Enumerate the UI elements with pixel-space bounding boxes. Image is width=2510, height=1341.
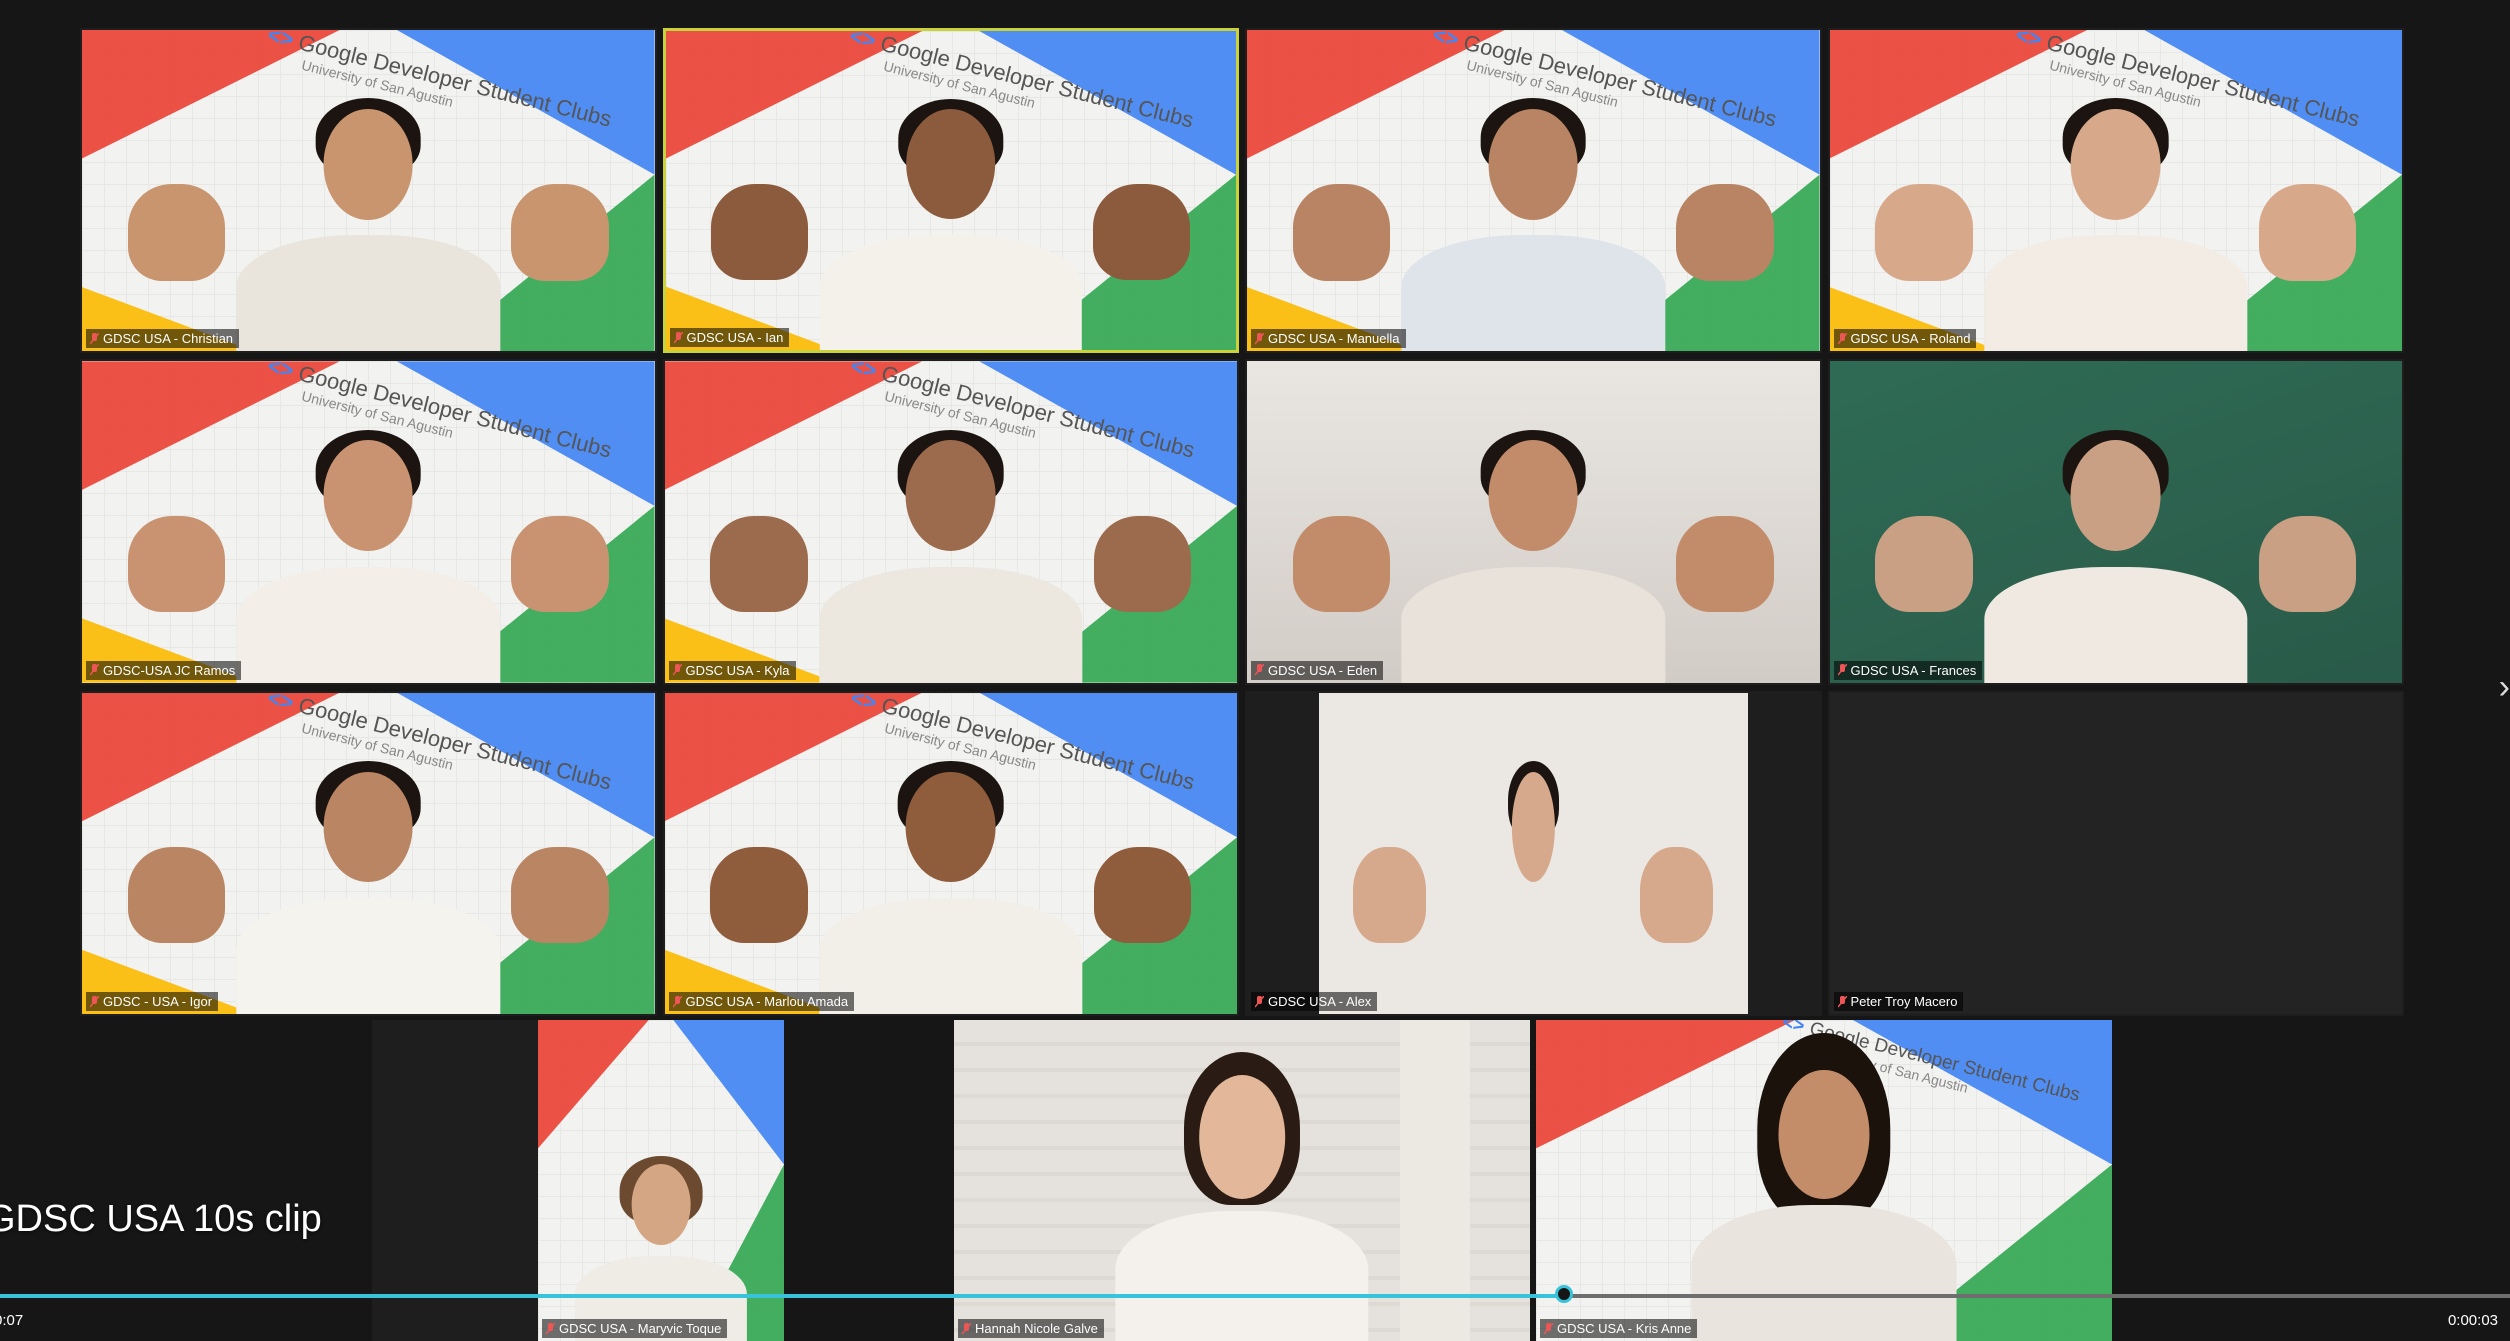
- participant-name-tag: GDSC USA - Maryvic Toque: [542, 1319, 728, 1338]
- participant-name-tag: GDSC USA - Christian: [86, 329, 240, 349]
- participant-name-tag: GDSC USA - Kris Anne: [1540, 1319, 1698, 1338]
- chevron-right-icon[interactable]: ›: [2499, 668, 2510, 707]
- participant-name-tag: GDSC USA - Roland: [1833, 329, 1977, 349]
- participant-name: Peter Troy Macero: [1850, 994, 1958, 1009]
- participant-tile[interactable]: Peter Troy Macero: [1827, 690, 2404, 1016]
- participant-name-tag: GDSC USA - Kyla: [668, 660, 796, 680]
- mic-muted-icon: [671, 995, 683, 1008]
- participant-tile[interactable]: <>Google Developer Student Clubs Universi…: [80, 690, 657, 1016]
- participant-name-tag: Hannah Nicole Galve: [958, 1319, 1104, 1338]
- participant-tile[interactable]: <>Google Developer Student Clubs Universi…: [80, 359, 657, 685]
- participant-video: [819, 419, 1083, 683]
- participant-name: Hannah Nicole Galve: [975, 1321, 1098, 1336]
- participant-name-tag: GDSC - USA - Igor: [86, 992, 219, 1011]
- participant-name: GDSC USA - Marlou Amada: [685, 994, 849, 1009]
- seek-handle[interactable]: [1554, 1285, 1573, 1303]
- mic-muted-icon: [89, 995, 100, 1008]
- mic-muted-icon: [1254, 995, 1265, 1008]
- participant-tile[interactable]: <>Google Developer Student Clubs Universi…: [1245, 28, 1822, 354]
- participant-name: GDSC USA - Maryvic Toque: [559, 1321, 722, 1336]
- bottom-participant-row: GDSC USA - Maryvic Toque Hannah Nicole G…: [0, 1020, 2510, 1341]
- participant-name-tag: GDSC USA - Marlou Amada: [668, 992, 855, 1011]
- mic-muted-icon: [1836, 995, 1848, 1008]
- seek-bar[interactable]: [0, 1285, 2510, 1303]
- participant-name: GDSC - USA - Igor: [103, 994, 213, 1009]
- participant-name: GDSC USA - Manuella: [1268, 331, 1400, 347]
- participant-tile-maryvic[interactable]: GDSC USA - Maryvic Toque: [538, 1020, 784, 1341]
- participant-name-tag: GDSC USA - Frances: [1833, 660, 1983, 680]
- participant-video: [1401, 88, 1665, 352]
- participant-tile-hannah[interactable]: Hannah Nicole Galve: [954, 1020, 1530, 1341]
- participant-tile[interactable]: <>Google Developer Student Clubs Universi…: [662, 690, 1239, 1016]
- participant-name: GDSC USA - Christian: [103, 331, 234, 347]
- mic-muted-icon: [1543, 1322, 1554, 1335]
- participant-video: [1401, 419, 1665, 683]
- participant-video: [1984, 88, 2248, 352]
- mic-muted-icon: [89, 332, 100, 345]
- participant-tile-kris[interactable]: <>Google Developer Student Clubs Universi…: [1536, 1020, 2112, 1341]
- remaining-time: 0:00:03: [2447, 1312, 2498, 1329]
- tile-backdrop: GDSC USA - Maryvic Toque: [372, 1020, 784, 1341]
- participant-video: [236, 88, 500, 352]
- participant-name: GDSC USA - Kris Anne: [1557, 1321, 1692, 1336]
- mic-muted-icon: [1254, 663, 1265, 676]
- participant-tile[interactable]: GDSC USA - Alex: [1245, 690, 1822, 1016]
- participant-tile[interactable]: <>Google Developer Student Clubs Universi…: [1827, 28, 2404, 354]
- participant-grid: <>Google Developer Student Clubs Universi…: [80, 28, 2404, 1016]
- mic-muted-icon: [671, 663, 683, 676]
- participant-name-tag: GDSC USA - Manuella: [1251, 329, 1406, 349]
- elapsed-time: 0:07: [0, 1312, 24, 1329]
- mic-muted-icon: [1254, 332, 1265, 345]
- seek-bar-played: [0, 1294, 1564, 1298]
- participant-name-tag: Peter Troy Macero: [1833, 992, 1964, 1011]
- mic-muted-icon: [1836, 332, 1848, 345]
- mic-muted-icon: [961, 1322, 972, 1335]
- participant-video: [236, 751, 500, 1014]
- participant-tile[interactable]: <>Google Developer Student Clubs Universi…: [662, 28, 1239, 354]
- participant-name: GDSC USA - Frances: [1850, 662, 1977, 678]
- mic-muted-icon: [545, 1322, 556, 1335]
- mic-muted-icon: [89, 663, 100, 676]
- participant-video: [819, 751, 1083, 1014]
- mic-muted-icon: [672, 331, 684, 344]
- participant-name: GDSC USA - Kyla: [685, 662, 790, 678]
- participant-name-tag: GDSC USA - Alex: [1251, 992, 1378, 1011]
- mic-muted-icon: [1836, 663, 1848, 676]
- participant-video: [819, 88, 1082, 351]
- participant-name-tag: GDSC USA - Ian: [669, 328, 790, 348]
- participant-tile[interactable]: <>Google Developer Student Clubs Universi…: [80, 28, 657, 354]
- participant-name-tag: GDSC-USA JC Ramos: [86, 660, 242, 680]
- participant-video: [1984, 419, 2248, 683]
- participant-name: GDSC USA - Ian: [686, 330, 784, 346]
- participant-video: [1468, 751, 1598, 1014]
- clip-title: GDSC USA 10s clip: [0, 1198, 322, 1240]
- participant-tile[interactable]: GDSC USA - Frances: [1827, 359, 2404, 685]
- participant-tile[interactable]: <>Google Developer Student Clubs Universi…: [662, 359, 1239, 685]
- participant-name: GDSC USA - Roland: [1850, 331, 1971, 347]
- participant-tile[interactable]: GDSC USA - Eden: [1245, 359, 1822, 685]
- participant-video: [236, 419, 500, 683]
- participant-name-tag: GDSC USA - Eden: [1251, 660, 1384, 680]
- participant-name: GDSC-USA JC Ramos: [103, 662, 236, 678]
- participant-name: GDSC USA - Alex: [1268, 994, 1372, 1009]
- participant-name: GDSC USA - Eden: [1268, 662, 1378, 678]
